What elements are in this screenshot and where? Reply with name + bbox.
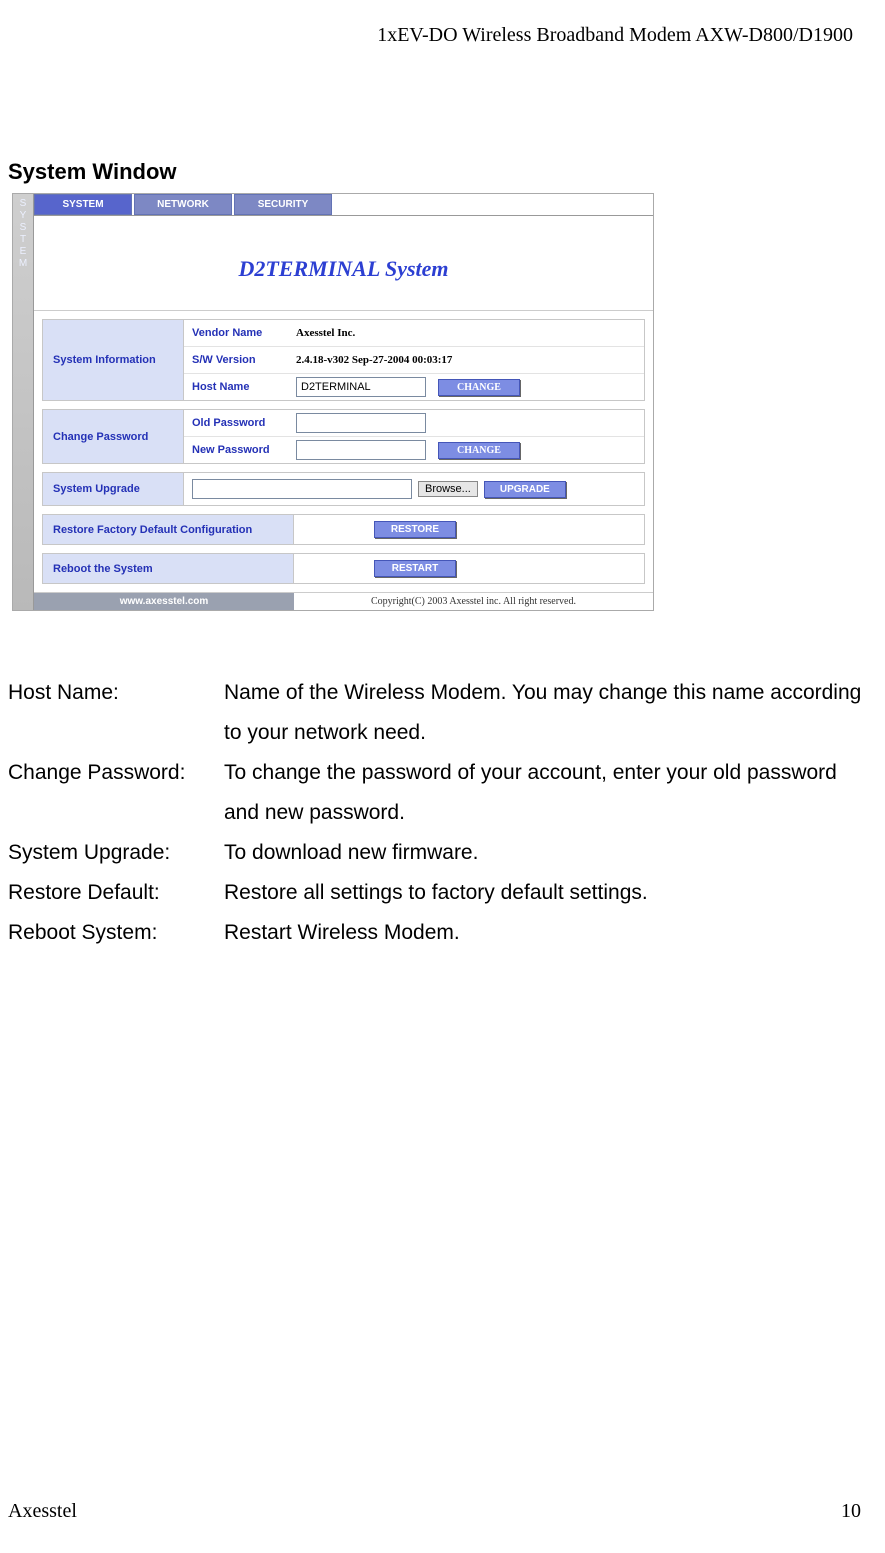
- desc-text: Name of the Wireless Modem. You may chan…: [224, 673, 877, 753]
- new-password-input[interactable]: [296, 440, 426, 460]
- banner-title: D2TERMINAL System: [34, 216, 653, 311]
- panel-change-password: Change Password Old Password New Passwor…: [42, 409, 645, 464]
- panel-system-upgrade: System Upgrade Browse... UPGRADE: [42, 472, 645, 506]
- desc-label: Restore Default:: [8, 873, 224, 913]
- restart-button[interactable]: RESTART: [374, 560, 456, 577]
- panel-reboot-system: Reboot the System RESTART: [42, 553, 645, 584]
- page-number: 10: [841, 1500, 861, 1523]
- vertical-tab-label: SYSTEM: [19, 198, 27, 269]
- old-password-label: Old Password: [184, 417, 292, 429]
- browse-button[interactable]: Browse...: [418, 481, 478, 497]
- panel-label: Change Password: [43, 410, 184, 463]
- vendor-name-label: Vendor Name: [184, 327, 292, 339]
- desc-reboot-system: Reboot System: Restart Wireless Modem.: [8, 913, 877, 953]
- panel-restore-default: Restore Factory Default Configuration RE…: [42, 514, 645, 545]
- change-hostname-button[interactable]: CHANGE: [438, 379, 520, 396]
- panel-label: System Information: [43, 320, 184, 400]
- screenshot-footer: www.axesstel.com Copyright(C) 2003 Axess…: [34, 592, 653, 610]
- desc-host-name: Host Name: Name of the Wireless Modem. Y…: [8, 673, 877, 753]
- desc-label: Change Password:: [8, 753, 224, 833]
- tab-system[interactable]: SYSTEM: [34, 194, 132, 215]
- sw-version-label: S/W Version: [184, 354, 292, 366]
- desc-label: Host Name:: [8, 673, 224, 753]
- tab-bar: SYSTEM NETWORK SECURITY: [34, 194, 653, 216]
- restore-button[interactable]: RESTORE: [374, 521, 456, 538]
- page-header: 1xEV-DO Wireless Broadband Modem AXW-D80…: [0, 0, 885, 47]
- desc-system-upgrade: System Upgrade: To download new firmware…: [8, 833, 877, 873]
- panel-label: System Upgrade: [43, 473, 184, 505]
- panel-system-information: System Information Vendor Name Axesstel …: [42, 319, 645, 401]
- desc-label: System Upgrade:: [8, 833, 224, 873]
- page-footer-brand: Axesstel: [8, 1500, 77, 1523]
- tab-security[interactable]: SECURITY: [234, 194, 332, 215]
- desc-text: Restore all settings to factory default …: [224, 873, 877, 913]
- sw-version-value: 2.4.18-v302 Sep-27-2004 00:03:17: [292, 354, 644, 366]
- tab-network[interactable]: NETWORK: [134, 194, 232, 215]
- panel-label: Restore Factory Default Configuration: [43, 515, 294, 544]
- panel-label: Reboot the System: [43, 554, 294, 583]
- vendor-name-value: Axesstel Inc.: [292, 327, 644, 339]
- desc-label: Reboot System:: [8, 913, 224, 953]
- vertical-tab-system[interactable]: SYSTEM: [13, 194, 34, 610]
- desc-change-password: Change Password: To change the password …: [8, 753, 877, 833]
- host-name-label: Host Name: [184, 381, 292, 393]
- old-password-input[interactable]: [296, 413, 426, 433]
- desc-text: To download new firmware.: [224, 833, 877, 873]
- change-password-button[interactable]: CHANGE: [438, 442, 520, 459]
- desc-text: Restart Wireless Modem.: [224, 913, 877, 953]
- footer-url: www.axesstel.com: [34, 593, 294, 610]
- desc-restore-default: Restore Default: Restore all settings to…: [8, 873, 877, 913]
- description-list: Host Name: Name of the Wireless Modem. Y…: [8, 673, 877, 953]
- footer-copyright: Copyright(C) 2003 Axesstel inc. All righ…: [294, 593, 653, 610]
- system-window-screenshot: SYSTEM SYSTEM NETWORK SECURITY D2TERMINA…: [12, 193, 654, 611]
- upgrade-button[interactable]: UPGRADE: [484, 481, 566, 498]
- new-password-label: New Password: [184, 444, 292, 456]
- section-title: System Window: [8, 159, 885, 185]
- host-name-input[interactable]: [296, 377, 426, 397]
- upgrade-file-input[interactable]: [192, 479, 412, 499]
- desc-text: To change the password of your account, …: [224, 753, 877, 833]
